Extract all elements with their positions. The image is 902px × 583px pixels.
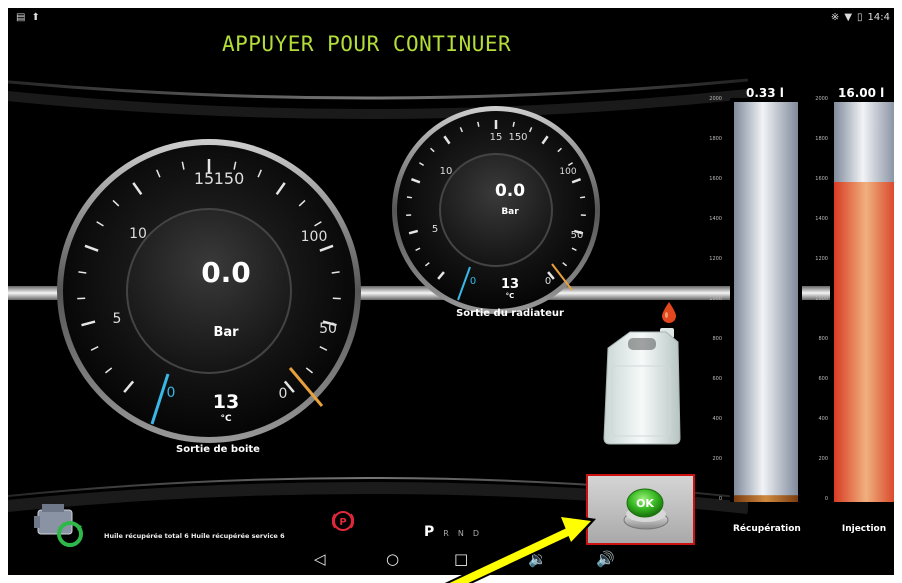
left-tick-label-15: 15 xyxy=(194,169,214,188)
tank-scale-label: 1400 xyxy=(815,216,828,222)
tank-scale-label: 1400 xyxy=(709,216,722,222)
tank-scale-label: 400 xyxy=(818,416,828,422)
tablet-screen: ▤ ⬆ ※ ▼ ▯ 14:4 15 150 10 100 5 50 0 0 0.… xyxy=(8,8,894,575)
left-tick-label-100: 100 xyxy=(301,229,328,245)
right-tick-label-hot-0: 0 xyxy=(545,276,551,287)
right-tick-label-15: 15 xyxy=(490,132,503,143)
right-gauge-center xyxy=(439,153,553,267)
tank-scale-label: 200 xyxy=(712,456,722,462)
parking-brake-icon: P xyxy=(332,511,354,531)
wifi-icon: ▼ xyxy=(844,12,853,23)
ok-button-graphic: OK xyxy=(623,488,669,530)
left-temperature-value: 13 xyxy=(213,391,239,413)
tank-scale-label: 400 xyxy=(712,416,722,422)
jerrycan-icon xyxy=(603,328,681,445)
status-bar-left: ▤ ⬆ xyxy=(16,12,40,23)
left-pressure-unit: Bar xyxy=(213,325,239,340)
injection-tank-fill xyxy=(834,182,894,502)
recuperation-bottom-label: Récupération xyxy=(733,524,801,534)
tank-scale-label: 800 xyxy=(712,336,722,342)
tank-scale-label: 200 xyxy=(818,456,828,462)
gear-n: N xyxy=(457,529,464,538)
left-tick-label-150: 150 xyxy=(214,169,245,188)
gauge-tick xyxy=(406,196,413,199)
tank-scale-label: 1600 xyxy=(709,176,722,182)
tank-scale-label: 600 xyxy=(818,376,828,382)
gear-active: P xyxy=(424,524,435,540)
gear-r: R xyxy=(443,529,449,538)
gauge-tick xyxy=(477,121,480,127)
gallery-notification-icon: ▤ xyxy=(16,12,26,23)
left-tick-label-hot-0: 0 xyxy=(279,386,288,402)
parking-brake-letter: P xyxy=(339,517,346,528)
gear-selector: P R N D xyxy=(424,524,479,540)
right-tick-label-5: 5 xyxy=(432,224,438,235)
left-pressure-value: 0.0 xyxy=(201,256,251,289)
left-gauge: 15 150 10 100 5 50 0 0 0.0 Bar 13 °C xyxy=(57,139,361,443)
tank-scale-label: 1600 xyxy=(815,176,828,182)
left-tick-label-10: 10 xyxy=(129,226,147,242)
left-temperature-unit: °C xyxy=(220,414,232,424)
tank-scale-label: 1800 xyxy=(709,136,722,142)
recuperation-tank-glass xyxy=(734,102,798,502)
right-tick-label-cold-0: 0 xyxy=(470,276,476,287)
right-tick-label-100: 100 xyxy=(559,167,576,177)
status-bar-right: ※ ▼ ▯ 14:4 xyxy=(831,12,890,23)
tank-scale-label: 1200 xyxy=(815,256,828,262)
right-gauge: 15 150 10 100 5 50 0 0 0.0 Bar 13 °C xyxy=(392,106,600,314)
tank-scale-label: 800 xyxy=(818,336,828,342)
left-tick-label-5: 5 xyxy=(113,311,122,327)
engine-oil-change-icon[interactable] xyxy=(30,500,88,548)
back-icon[interactable]: ◁ xyxy=(314,550,326,568)
oil-recovered-info: Huile récupérée total 6 Huile récupérée … xyxy=(104,532,285,540)
bluetooth-icon: ※ xyxy=(830,12,840,23)
tank-scale-label: 0 xyxy=(718,496,722,502)
recuperation-tank xyxy=(730,98,802,502)
ok-button-label: OK xyxy=(636,497,654,510)
home-icon[interactable]: ○ xyxy=(386,550,399,568)
gauge-tick xyxy=(512,121,515,127)
tank-scale-label: 1200 xyxy=(709,256,722,262)
upload-notification-icon: ⬆ xyxy=(31,12,40,23)
tank-scale-label: 600 xyxy=(712,376,722,382)
recuperation-tank-fill xyxy=(734,495,798,502)
right-pressure-value: 0.0 xyxy=(495,181,525,201)
gear-d: D xyxy=(472,529,479,538)
right-tick-label-50: 50 xyxy=(571,230,584,241)
left-gauge-center xyxy=(126,208,292,374)
gauge-tick xyxy=(579,196,586,199)
injection-bottom-label: Injection xyxy=(841,524,887,534)
right-temperature-unit: °C xyxy=(506,292,515,300)
right-gauge-label: Sortie du radiateur xyxy=(456,308,564,319)
top-decorative-swoosh xyxy=(8,78,748,119)
left-gauge-label: Sortie de boite xyxy=(176,444,260,455)
left-tick-label-cold-0: 0 xyxy=(167,385,176,401)
recents-icon[interactable]: □ xyxy=(454,550,468,568)
volume-down-icon[interactable]: 🔉 xyxy=(528,550,547,568)
oil-drop-icon xyxy=(662,302,676,323)
tank-scale-label: 2000 xyxy=(815,96,828,102)
injection-scale: 2000 1800 1600 1400 1200 1000 800 600 400 200 0 xyxy=(806,96,828,502)
status-clock: 14:4 xyxy=(867,12,890,23)
battery-icon: ▯ xyxy=(857,12,863,23)
right-tick-label-150: 150 xyxy=(508,132,527,143)
press-to-continue-title[interactable]: APPUYER POUR CONTINUER xyxy=(222,32,511,56)
tank-scale-label: 1000 xyxy=(709,296,722,302)
ok-button[interactable]: OK xyxy=(586,474,695,545)
recuperation-scale: 2000 1800 1600 1400 1200 1000 800 600 400 200 0 xyxy=(700,96,722,502)
tank-scale-label: 2000 xyxy=(709,96,722,102)
volume-up-icon[interactable]: 🔊 xyxy=(596,550,615,568)
tank-scale-label: 1800 xyxy=(815,136,828,142)
injection-tank xyxy=(830,98,894,502)
right-pressure-unit: Bar xyxy=(501,207,519,217)
tank-scale-label: 1000 xyxy=(815,296,828,302)
left-tick-label-50: 50 xyxy=(319,321,337,337)
right-temperature-value: 13 xyxy=(501,277,519,292)
right-tick-label-10: 10 xyxy=(440,166,453,177)
